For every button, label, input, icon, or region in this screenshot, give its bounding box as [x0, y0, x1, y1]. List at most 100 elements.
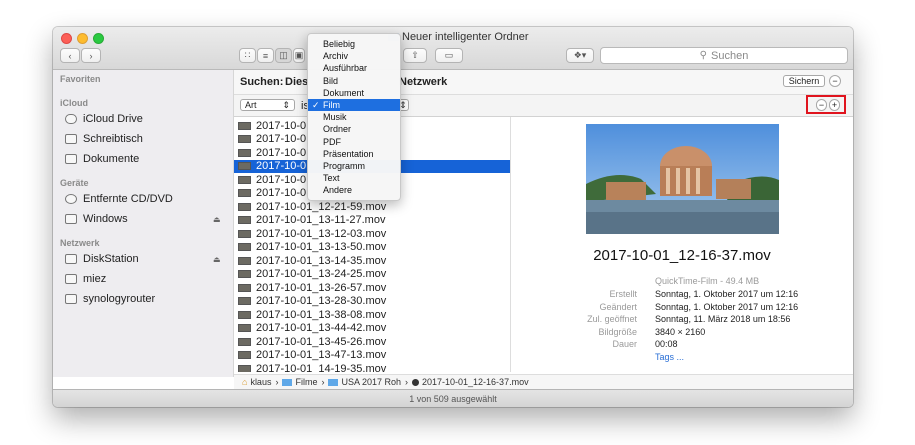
file-row[interactable]: 2017-10-01_13-26-57.mov: [234, 281, 510, 294]
path-item-file[interactable]: 2017-10-01_12-16-37.mov: [422, 377, 529, 387]
movie-thumbnail-icon: [238, 162, 251, 170]
share-button[interactable]: ⇧: [403, 48, 427, 63]
scope-this-mac[interactable]: Dies: [285, 76, 308, 88]
menu-item-label: Musik: [323, 112, 347, 123]
meta-label: Dauer: [612, 339, 637, 350]
list-icon: ≡: [262, 50, 269, 61]
tags-button[interactable]: ▭: [435, 48, 463, 63]
file-row[interactable]: 2017-10-01_14-19-35.mov: [234, 362, 510, 372]
menu-item[interactable]: ✓ Film: [308, 99, 400, 111]
drive-icon: [65, 214, 77, 224]
server-icon: [65, 254, 77, 264]
file-row[interactable]: 2017-10-01_13-11-27.mov: [234, 214, 510, 227]
menu-item-label: Dokument: [323, 87, 365, 98]
file-name: 2017-10-0: [256, 160, 307, 172]
movie-thumbnail-icon: [238, 229, 251, 238]
remove-rule-button[interactable]: −: [816, 99, 827, 111]
view-icons-button[interactable]: ∷: [239, 48, 256, 63]
home-icon: ⌂: [242, 377, 248, 387]
movie-thumbnail-icon: [238, 270, 251, 278]
chevron-right-icon: ›: [89, 50, 93, 61]
file-row[interactable]: 2017-10-01_13-38-08.mov: [234, 308, 510, 321]
back-button[interactable]: ‹: [60, 48, 80, 63]
file-row[interactable]: 2017-10-01_13-28-30.mov: [234, 295, 510, 308]
window-title: Neuer intelligenter Ordner: [388, 31, 529, 43]
selection-status: 1 von 509 ausgewählt: [409, 394, 497, 404]
movie-thumbnail-icon: [238, 243, 251, 251]
file-name: 2017-10-01_13-38-08.mov: [256, 308, 387, 321]
path-item-user[interactable]: klaus: [250, 377, 271, 387]
computer-icon: [65, 274, 77, 284]
path-item-filme[interactable]: Filme: [295, 377, 317, 387]
file-row[interactable]: 2017-10-01_13-12-03.mov: [234, 227, 510, 240]
menu-item[interactable]: Dokument: [308, 87, 400, 99]
status-bar: 1 von 509 ausgewählt: [53, 389, 853, 407]
menu-item[interactable]: Programm: [308, 160, 400, 172]
file-name: 2017-10-01_13-13-50.mov: [256, 241, 387, 253]
view-columns-button[interactable]: ◫: [275, 48, 292, 63]
menu-item[interactable]: Beliebig: [308, 38, 400, 50]
menu-item[interactable]: Archiv: [308, 50, 400, 62]
menu-item[interactable]: Bild: [308, 75, 400, 87]
menu-item[interactable]: Präsentation: [308, 148, 400, 160]
menu-item-label: Programm: [323, 161, 366, 171]
meta-label: Geändert: [599, 301, 637, 312]
dropbox-button[interactable]: ❖▾: [566, 48, 594, 63]
search-icon: ⚲: [699, 50, 707, 61]
file-row[interactable]: 2017-10-01_13-13-50.mov: [234, 241, 510, 254]
file-row[interactable]: 2017-10-01_13-14-35.mov: [234, 254, 510, 267]
remove-criteria-button[interactable]: −: [829, 75, 841, 87]
network-header: Netzwerk: [60, 238, 100, 248]
preview-pane: 2017-10-01_12-16-37.mov QuickTime-Film -…: [511, 117, 853, 372]
add-rule-button[interactable]: +: [829, 99, 840, 111]
sidebar-item-windows[interactable]: Windows: [65, 213, 128, 225]
forward-button[interactable]: ›: [81, 48, 101, 63]
menu-item[interactable]: Musik: [308, 111, 400, 123]
sidebar-item-remote-disc[interactable]: Entfernte CD/DVD: [65, 193, 173, 205]
eject-icon[interactable]: ⏏: [213, 215, 221, 224]
sidebar-item-miez[interactable]: miez: [65, 273, 106, 285]
menu-item[interactable]: Ordner: [308, 123, 400, 135]
menu-item-label: Film: [323, 100, 340, 110]
save-button[interactable]: Sichern: [783, 75, 825, 87]
minimize-window-button[interactable]: [77, 33, 88, 44]
menu-item[interactable]: Ausführbar: [308, 62, 400, 74]
movie-thumbnail-icon: [238, 148, 251, 157]
menu-item-label: Ordner: [323, 124, 352, 135]
zoom-window-button[interactable]: [93, 33, 104, 44]
meta-label: Zul. geöffnet: [587, 314, 637, 325]
movie-thumbnail-icon: [238, 189, 251, 197]
view-gallery-button[interactable]: ▣: [293, 48, 305, 63]
file-name: 2017-10-0: [256, 173, 307, 186]
sidebar-item-icloud-drive[interactable]: iCloud Drive: [65, 113, 143, 125]
preview-kind: QuickTime-Film - 49.4 MB: [655, 276, 760, 286]
gallery-icon: ▣: [294, 50, 304, 60]
movie-thumbnail-icon: [238, 337, 251, 346]
sidebar-item-synologyrouter[interactable]: synologyrouter: [65, 293, 155, 305]
menu-item[interactable]: Andere: [308, 184, 400, 196]
file-row[interactable]: 2017-10-01_13-47-13.mov: [234, 349, 510, 362]
eject-icon[interactable]: ⏏: [213, 255, 221, 264]
menu-item[interactable]: Text: [308, 172, 400, 184]
file-row[interactable]: 2017-10-01_13-45-26.mov: [234, 335, 510, 348]
sidebar-item-diskstation[interactable]: DiskStation: [65, 253, 139, 265]
file-row[interactable]: 2017-10-01_13-44-42.mov: [234, 322, 510, 335]
finder-window: Neuer intelligenter Ordner ‹ › ∷ ≡ ◫ ▣ ⇧…: [53, 27, 853, 407]
search-field[interactable]: ⚲ Suchen: [600, 47, 848, 64]
path-item-usa[interactable]: USA 2017 Roh: [341, 377, 401, 387]
icloud-header: iCloud: [60, 98, 88, 108]
movie-thumbnail-icon: [238, 283, 251, 292]
movie-thumbnail-icon: [238, 216, 251, 224]
movie-thumbnail-icon: [238, 364, 251, 372]
view-list-button[interactable]: ≡: [257, 48, 274, 63]
sidebar: Favoriten iCloud iCloud Drive Schreibtis…: [53, 70, 234, 377]
sidebar-item-schreibtisch[interactable]: Schreibtisch: [65, 133, 143, 145]
sidebar-item-dokumente[interactable]: Dokumente: [65, 153, 139, 165]
menu-item[interactable]: PDF: [308, 136, 400, 148]
file-row[interactable]: 2017-10-01_13-24-25.mov: [234, 268, 510, 281]
attribute-popup[interactable]: Art ⇕: [240, 99, 295, 111]
close-window-button[interactable]: [61, 33, 72, 44]
tags-link[interactable]: Tags ...: [655, 352, 684, 362]
file-row[interactable]: 2017-10-01_12-21-59.mov: [234, 200, 510, 213]
scope-network[interactable]: Netzwerk: [399, 76, 447, 88]
